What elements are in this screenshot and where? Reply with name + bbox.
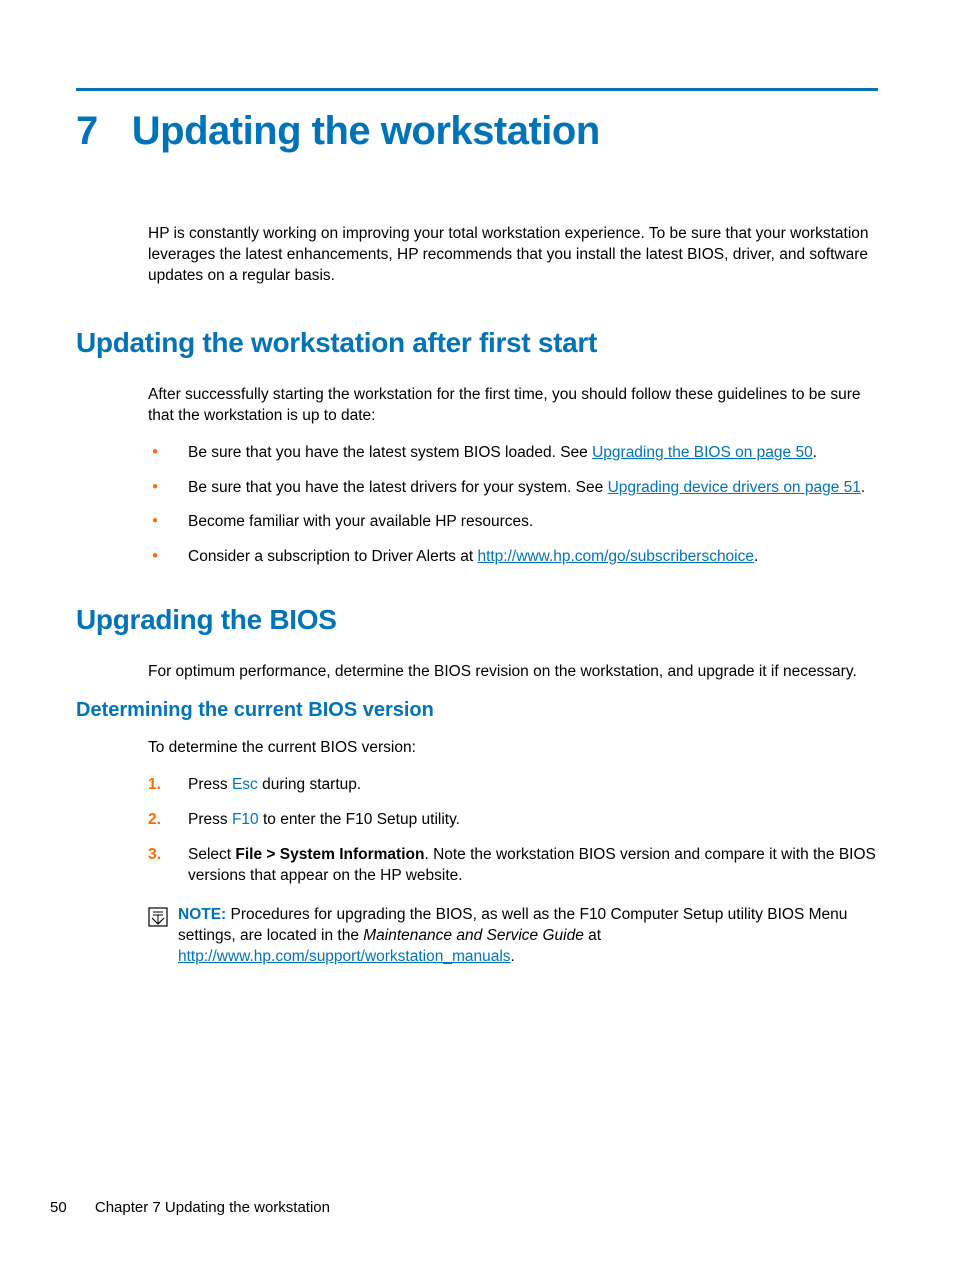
step-number: 3. xyxy=(148,845,161,866)
note-label: NOTE: xyxy=(178,906,226,923)
bullet-text: . xyxy=(861,479,865,496)
key-f10: F10 xyxy=(232,811,259,828)
bullet-text: Be sure that you have the latest system … xyxy=(188,444,592,461)
menu-path: File > System Information xyxy=(235,846,424,863)
chapter-number: 7 xyxy=(76,109,98,154)
bullet-text: . xyxy=(813,444,817,461)
bullet-item: Become familiar with your available HP r… xyxy=(148,512,878,533)
note-content: NOTE: Procedures for upgrading the BIOS,… xyxy=(178,905,878,968)
step-text: Press xyxy=(188,776,232,793)
key-esc: Esc xyxy=(232,776,258,793)
link-workstation-manuals[interactable]: http://www.hp.com/support/workstation_ma… xyxy=(178,948,511,965)
step-text: to enter the F10 Setup utility. xyxy=(259,811,460,828)
step-number: 1. xyxy=(148,775,161,796)
section1-heading: Updating the workstation after first sta… xyxy=(76,327,878,359)
note-text: . xyxy=(511,948,515,965)
section2-sub-heading: Determining the current BIOS version xyxy=(76,699,878,722)
bullet-text: Be sure that you have the latest drivers… xyxy=(188,479,608,496)
page-number: 50 xyxy=(50,1199,67,1216)
chapter-text: Updating the workstation xyxy=(132,109,600,154)
link-upgrading-drivers[interactable]: Upgrading device drivers on page 51 xyxy=(608,479,861,496)
note-text: at xyxy=(584,927,601,944)
step-item: 2. Press F10 to enter the F10 Setup util… xyxy=(148,810,878,831)
step-item: 1. Press Esc during startup. xyxy=(148,775,878,796)
chapter-title: 7 Updating the workstation xyxy=(76,109,878,154)
bullet-item: Be sure that you have the latest system … xyxy=(148,443,878,464)
step-text: during startup. xyxy=(258,776,361,793)
page-footer: 50 Chapter 7 Updating the workstation xyxy=(50,1199,330,1216)
note-icon xyxy=(148,907,168,968)
step-item: 3. Select File > System Information. Not… xyxy=(148,845,878,887)
section2-heading: Upgrading the BIOS xyxy=(76,604,878,636)
bullet-text: . xyxy=(754,548,758,565)
note-box: NOTE: Procedures for upgrading the BIOS,… xyxy=(148,905,878,968)
note-italic: Maintenance and Service Guide xyxy=(363,927,584,944)
step-number: 2. xyxy=(148,810,161,831)
step-text: Press xyxy=(188,811,232,828)
bullet-item: Be sure that you have the latest drivers… xyxy=(148,478,878,499)
link-upgrading-bios[interactable]: Upgrading the BIOS on page 50 xyxy=(592,444,813,461)
bullet-text: Consider a subscription to Driver Alerts… xyxy=(188,548,477,565)
section2-sub-paragraph: To determine the current BIOS version: xyxy=(148,738,878,759)
step-text: Select xyxy=(188,846,235,863)
section1-paragraph: After successfully starting the workstat… xyxy=(148,385,878,427)
intro-paragraph: HP is constantly working on improving yo… xyxy=(148,224,878,287)
bullet-item: Consider a subscription to Driver Alerts… xyxy=(148,547,878,568)
chapter-label: Chapter 7 Updating the workstation xyxy=(95,1199,330,1216)
section2-paragraph: For optimum performance, determine the B… xyxy=(148,662,878,683)
link-subscribers-choice[interactable]: http://www.hp.com/go/subscriberschoice xyxy=(477,548,754,565)
steps-list: 1. Press Esc during startup. 2. Press F1… xyxy=(148,775,878,887)
top-rule xyxy=(76,88,878,91)
section1-bullets: Be sure that you have the latest system … xyxy=(148,443,878,569)
